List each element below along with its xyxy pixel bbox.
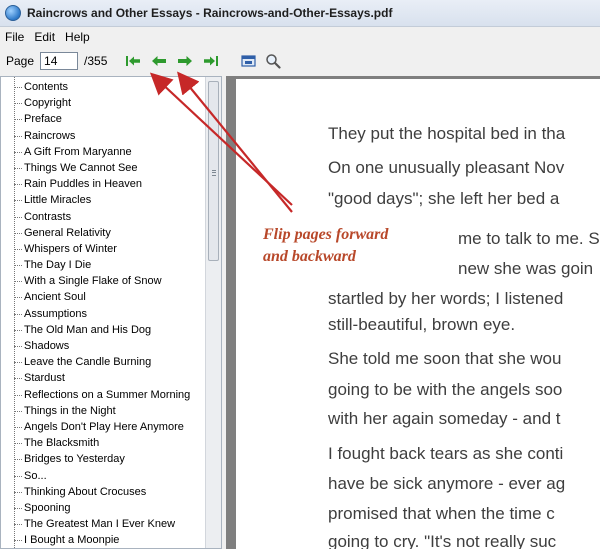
page-text-line: On one unusually pleasant Nov xyxy=(328,158,565,177)
annotation-line-1: Flip pages forward xyxy=(263,224,391,246)
toc-scrollbar[interactable] xyxy=(205,77,221,548)
toc-item[interactable]: Leave the Candle Burning xyxy=(1,354,206,370)
document-viewer[interactable]: They put the hospital bed in tha On one … xyxy=(226,76,600,549)
scrollbar-thumb[interactable] xyxy=(208,81,219,261)
toc-sidebar: Contents Copyright Preface Raincrows A G… xyxy=(0,76,222,549)
toolbar: Page /355 xyxy=(0,48,600,74)
page-text-line: me to talk to me. S xyxy=(458,229,600,248)
page-text-line: going to be with the angels soo xyxy=(328,380,563,399)
toc-item[interactable]: With a Single Flake of Snow xyxy=(1,273,206,289)
arrow-left-icon xyxy=(152,56,167,66)
page-text-line: I fought back tears as she conti xyxy=(328,444,564,463)
toc-item[interactable]: Things in the Night xyxy=(1,403,206,419)
toc-item[interactable]: Reflections on a Summer Morning xyxy=(1,387,206,403)
fit-page-button[interactable] xyxy=(240,52,258,70)
toc-list: Contents Copyright Preface Raincrows A G… xyxy=(1,79,206,548)
toc-item[interactable]: Angels Don't Play Here Anymore xyxy=(1,419,206,435)
toc-item[interactable]: Stardust xyxy=(1,370,206,386)
page-text-line: promised that when the time c xyxy=(328,504,555,523)
arrow-right-icon xyxy=(178,56,193,66)
menu-edit[interactable]: Edit xyxy=(29,30,60,44)
page-text-line: still-beautiful, brown eye. xyxy=(328,315,516,334)
page-text-line: new she was goin xyxy=(458,259,594,278)
page-text-line: have be sick anymore - ever ag xyxy=(328,474,566,493)
page-text-line: "good days"; she left her bed a xyxy=(328,189,560,208)
toc-item[interactable]: Ancient Soul xyxy=(1,289,206,305)
next-page-button[interactable] xyxy=(176,52,194,70)
app-icon xyxy=(5,5,21,21)
page-total: /355 xyxy=(84,54,108,68)
toc-item[interactable]: General Relativity xyxy=(1,225,206,241)
toc-item[interactable]: Spooning xyxy=(1,500,206,516)
page-label: Page xyxy=(6,54,35,68)
page-text-line: She told me soon that she wou xyxy=(328,349,562,368)
toc-item[interactable]: Raincrows xyxy=(1,128,206,144)
menu-bar: File Edit Help xyxy=(0,27,600,47)
fit-window-icon xyxy=(241,55,256,67)
toc-item[interactable]: Shadows xyxy=(1,338,206,354)
toc-item[interactable]: A Gift From Maryanne xyxy=(1,144,206,160)
page-text-line: with her again someday - and t xyxy=(328,409,561,428)
toc-item[interactable]: The Blacksmith xyxy=(1,435,206,451)
window-title: Raincrows and Other Essays - Raincrows-a… xyxy=(27,6,393,20)
toc-item[interactable]: Rain Puddles in Heaven xyxy=(1,176,206,192)
toc-item[interactable]: The Old Man and His Dog xyxy=(1,322,206,338)
annotation-line-2: and backward xyxy=(263,246,391,268)
toc-item[interactable]: Bridges to Yesterday xyxy=(1,451,206,467)
toc-item[interactable]: Assumptions xyxy=(1,306,206,322)
toc-item[interactable]: The Day I Die xyxy=(1,257,206,273)
toc-item[interactable]: Whispers of Winter xyxy=(1,241,206,257)
annotation-callout: Flip pages forward and backward xyxy=(263,224,391,268)
toc-item[interactable]: Little Miracles xyxy=(1,192,206,208)
previous-page-button[interactable] xyxy=(150,52,168,70)
title-bar: Raincrows and Other Essays - Raincrows-a… xyxy=(0,0,600,27)
pdf-page: They put the hospital bed in tha On one … xyxy=(236,79,600,549)
first-page-icon xyxy=(126,56,141,66)
page-text-line: going to cry. "It's not really suc xyxy=(328,532,557,549)
last-page-icon xyxy=(204,56,219,66)
search-icon xyxy=(266,54,281,69)
toc-item[interactable]: Contents xyxy=(1,79,206,95)
menu-help[interactable]: Help xyxy=(60,30,95,44)
toc-item[interactable]: I Bought a Moonpie xyxy=(1,532,206,548)
page-number-input[interactable] xyxy=(40,52,79,70)
toc-item[interactable]: So... xyxy=(1,468,206,484)
toc-item[interactable]: Things We Cannot See xyxy=(1,160,206,176)
menu-file[interactable]: File xyxy=(0,30,29,44)
page-text-line: startled by her words; I listened xyxy=(328,289,564,308)
last-page-button[interactable] xyxy=(202,52,220,70)
search-button[interactable] xyxy=(264,52,282,70)
toc-item[interactable]: Preface xyxy=(1,111,206,127)
grip-icon xyxy=(212,170,216,176)
toc-item[interactable]: The Greatest Man I Ever Knew xyxy=(1,516,206,532)
toc-item[interactable]: Copyright xyxy=(1,95,206,111)
toc-item[interactable]: Thinking About Crocuses xyxy=(1,484,206,500)
toc-item[interactable]: Contrasts xyxy=(1,209,206,225)
first-page-button[interactable] xyxy=(124,52,142,70)
page-text-line: They put the hospital bed in tha xyxy=(328,124,566,143)
